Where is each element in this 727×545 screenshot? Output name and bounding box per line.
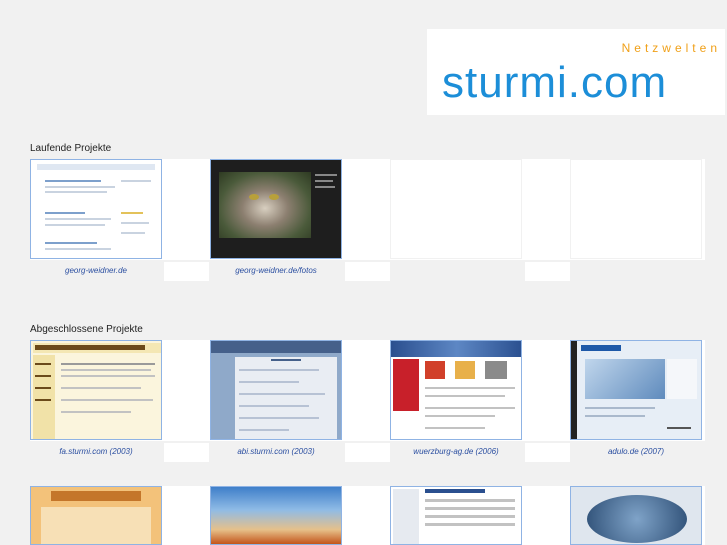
project-thumbnail[interactable] <box>30 159 162 259</box>
project-caption[interactable]: wuerzburg-ag.de (2006) <box>390 442 522 462</box>
grid-spacer <box>345 262 390 281</box>
logo-tagline: Netzwelten <box>621 41 721 55</box>
project-thumbnail[interactable] <box>570 486 702 545</box>
grid-spacer <box>164 443 209 462</box>
project-caption[interactable]: fa.sturmi.com (2003) <box>30 442 162 462</box>
grid-spacer <box>525 443 570 462</box>
grid-spacer <box>164 262 209 281</box>
section-title-running: Laufende Projekte <box>30 143 112 154</box>
project-thumbnail[interactable] <box>30 340 162 440</box>
project-thumbnail[interactable] <box>30 486 162 545</box>
project-caption[interactable]: adulo.de (2007) <box>570 442 702 462</box>
empty-thumbnail-slot <box>570 159 702 259</box>
project-thumbnail[interactable] <box>570 340 702 440</box>
section-title-finished: Abgeschlossene Projekte <box>30 324 143 335</box>
project-caption[interactable]: abi.sturmi.com (2003) <box>210 442 342 462</box>
project-caption[interactable]: georg-weidner.de/fotos <box>210 261 342 281</box>
project-caption[interactable]: georg-weidner.de <box>30 261 162 281</box>
project-thumbnail[interactable] <box>390 486 522 545</box>
site-logo[interactable]: Netzwelten sturmi.com <box>427 29 725 115</box>
project-thumbnail[interactable] <box>210 159 342 259</box>
grid-spacer <box>525 262 570 281</box>
grid-spacer <box>345 443 390 462</box>
project-thumbnail[interactable] <box>210 486 342 545</box>
logo-wordmark: sturmi.com <box>442 58 668 107</box>
project-thumbnail[interactable] <box>210 340 342 440</box>
empty-thumbnail-slot <box>390 159 522 259</box>
project-thumbnail[interactable] <box>390 340 522 440</box>
